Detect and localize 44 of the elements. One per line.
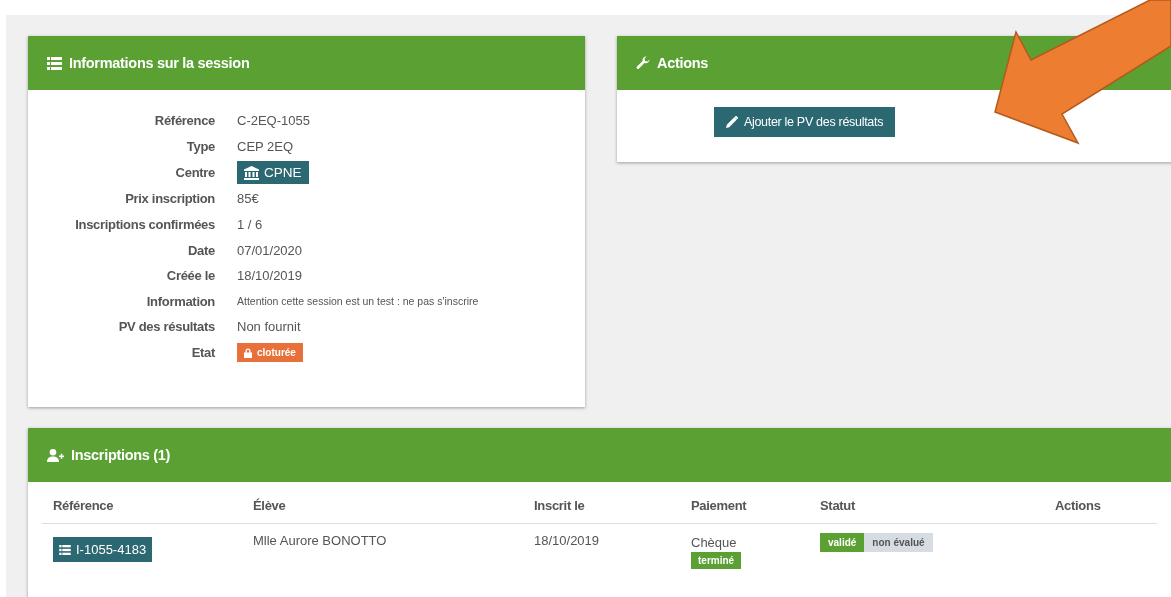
field-label: Inscriptions confirmées: [74, 216, 215, 235]
field-value: 07/01/2020: [237, 242, 303, 258]
field-label: PV des résultats: [117, 318, 215, 337]
field-value: Attention cette session est un test : ne pas s'inscrire: [237, 295, 479, 308]
add-user-icon: [47, 448, 64, 462]
field-value: C-2EQ-1055: [237, 113, 310, 129]
column-header: Inscrit le: [533, 498, 586, 513]
field-label: Prix inscription: [124, 190, 215, 209]
field-value: 18/10/2019: [237, 268, 303, 284]
column-header: Actions: [1054, 498, 1102, 513]
field-label: Référence: [153, 112, 215, 131]
column-header: Paiement: [690, 498, 748, 513]
field-label: Date: [187, 241, 215, 260]
field-label: Etat: [190, 344, 215, 363]
column-header: Élève: [252, 498, 287, 513]
wrench-icon: [636, 56, 650, 70]
pencil-icon: [725, 116, 738, 128]
status-badge: validé: [820, 533, 865, 552]
panel-title: Actions: [657, 55, 709, 71]
status-badge: cloturée: [237, 343, 303, 363]
table-cell: Chèque: [691, 535, 737, 550]
bank-icon: [244, 165, 259, 180]
field-value: CEP 2EQ: [237, 138, 294, 154]
panel-title: Inscriptions (1): [71, 447, 171, 463]
field-label: Information: [145, 292, 215, 311]
list-icon: [59, 544, 71, 555]
table-cell-text: 18/10/2019: [533, 533, 601, 550]
add-results-button[interactable]: Ajouter le PV des résultats: [713, 107, 896, 137]
list-icon: [47, 56, 62, 70]
table-cell-text: Mlle Aurore BONOTTO: [252, 533, 388, 550]
reference-button[interactable]: I-1055-4183: [53, 537, 153, 562]
lock-icon: [244, 347, 252, 358]
field-label: Type: [185, 137, 215, 156]
column-header: Statut: [819, 498, 857, 513]
field-value: Non fournit: [237, 319, 301, 335]
field-value: 85€: [237, 191, 259, 207]
payment-status-badge: terminé: [691, 552, 742, 569]
field-label: Centre: [174, 164, 215, 183]
status-badge: non évalué: [864, 533, 933, 552]
center-badge[interactable]: CPNE: [237, 161, 309, 185]
field-label: Créée le: [165, 267, 215, 286]
column-header: Référence: [52, 498, 115, 513]
panel-title: Informations sur la session: [69, 55, 250, 71]
field-value: 1 / 6: [237, 217, 263, 233]
